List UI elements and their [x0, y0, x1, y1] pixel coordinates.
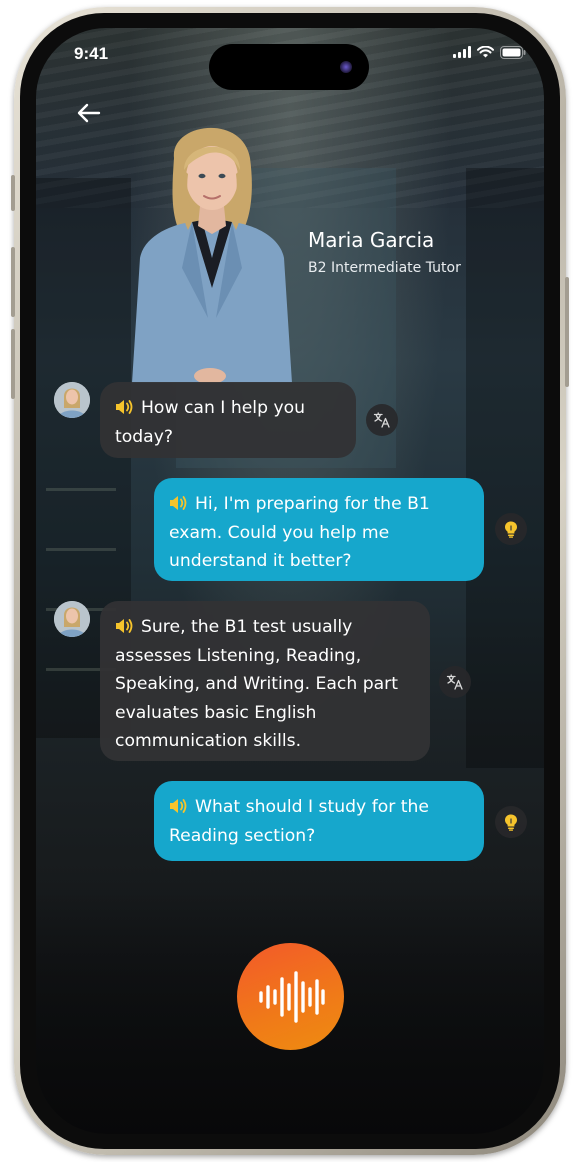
status-bar: 9:41: [36, 28, 544, 90]
tutor-avatar: [54, 382, 90, 418]
tutor-photo: [132, 127, 292, 383]
cellular-icon: [453, 46, 471, 58]
voice-record-button[interactable]: [237, 943, 344, 1050]
back-button[interactable]: [74, 98, 104, 128]
hint-button[interactable]: [495, 513, 527, 545]
waveform-icon: [258, 970, 325, 1023]
speaker-icon[interactable]: [115, 399, 133, 415]
dynamic-island: [209, 44, 369, 90]
battery-icon: [500, 45, 526, 59]
power-button: [565, 277, 569, 387]
lightbulb-icon: [505, 814, 517, 831]
translate-icon: [373, 412, 390, 428]
speaker-icon[interactable]: [169, 495, 187, 511]
message-text: Hi, I'm preparing for the B1 exam. Could…: [169, 494, 430, 571]
tutor-level: B2 Intermediate Tutor: [308, 260, 461, 276]
arrow-left-icon: [77, 103, 101, 123]
speaker-icon[interactable]: [169, 798, 187, 814]
status-icons: [453, 45, 526, 59]
translate-button[interactable]: [366, 404, 398, 436]
message-text: How can I help you today?: [115, 398, 306, 447]
tutor-avatar: [54, 601, 90, 637]
wifi-icon: [477, 46, 494, 58]
translate-icon: [446, 674, 463, 690]
tutor-name: Maria Garcia: [308, 228, 435, 252]
background-shelf: [46, 488, 116, 491]
message-bubble-user: What should I study for the Reading sect…: [154, 781, 484, 861]
speaker-icon[interactable]: [115, 618, 133, 634]
translate-button[interactable]: [439, 666, 471, 698]
status-time: 9:41: [74, 44, 109, 63]
message-bubble-tutor: How can I help you today?: [100, 382, 356, 458]
screen: 9:41 Maria Garcia B2 Intermediate Tutor …: [36, 28, 544, 1134]
message-text: What should I study for the Reading sect…: [169, 797, 429, 846]
background-column: [466, 168, 544, 768]
mute-switch: [11, 175, 15, 211]
tutor-avatar-image: [54, 601, 90, 637]
background-shelf: [46, 548, 116, 551]
volume-up-button: [11, 247, 15, 317]
camera-icon: [340, 61, 352, 73]
message-bubble-user: Hi, I'm preparing for the B1 exam. Could…: [154, 478, 484, 581]
message-text: Sure, the B1 test usually assesses Liste…: [115, 617, 398, 751]
volume-down-button: [11, 329, 15, 399]
tutor-avatar-image: [54, 382, 90, 418]
lightbulb-icon: [505, 521, 517, 538]
message-bubble-tutor: Sure, the B1 test usually assesses Liste…: [100, 601, 430, 761]
hint-button[interactable]: [495, 806, 527, 838]
